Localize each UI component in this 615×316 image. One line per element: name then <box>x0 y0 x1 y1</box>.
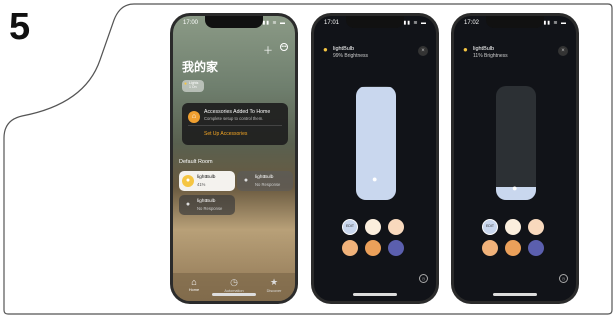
tab-automation[interactable]: ◷ Automation <box>219 277 249 293</box>
close-icon[interactable]: × <box>558 46 568 56</box>
accessories-notice: ⌂ Accessories Added To Home Complete set… <box>182 103 288 145</box>
notch <box>205 16 263 28</box>
status-icons: ▮▮ ≋ ▬ <box>543 20 567 26</box>
color-swatch[interactable] <box>388 219 404 235</box>
star-icon: ★ <box>269 277 279 287</box>
edit-color-button[interactable]: EDIT <box>482 219 498 235</box>
accessory-name: lightBulb <box>333 46 355 52</box>
bulb-icon: ● <box>512 183 518 193</box>
tab-home[interactable]: ⌂ Home <box>179 277 209 292</box>
accessory-tile-on[interactable]: ● lightBulb 41% <box>179 171 235 191</box>
bulb-icon: ● <box>185 201 191 208</box>
bulb-icon: ● <box>184 81 188 87</box>
accessory-tile-offline[interactable]: ● lightBulb No Response <box>237 171 293 191</box>
room-label: Default Room <box>179 159 213 165</box>
phone-brightness-low: 17:02 ▮▮ ≋ ▬ ● lightBulb 11% Brightness … <box>451 13 579 304</box>
color-swatch[interactable] <box>505 219 521 235</box>
notice-title: Accessories Added To Home <box>204 109 271 115</box>
notch <box>486 16 544 28</box>
notch <box>346 16 404 28</box>
color-swatch[interactable] <box>388 240 404 256</box>
bulb-icon: ● <box>323 45 328 54</box>
tab-discover[interactable]: ★ Discover <box>259 277 289 293</box>
bulb-icon: ● <box>463 45 468 54</box>
timer-icon[interactable]: ◷ <box>419 274 428 283</box>
home-indicator <box>493 293 537 296</box>
status-icons: ▮▮ ≋ ▬ <box>262 20 286 26</box>
add-icon[interactable]: ＋ <box>263 42 273 57</box>
status-time: 17:01 <box>324 20 340 26</box>
home-title: 我的家 <box>182 60 219 74</box>
chip-text: Lights 1 On <box>189 81 199 89</box>
tile-status: No Response <box>255 182 281 187</box>
more-icon[interactable]: ••• <box>280 43 288 51</box>
phone-brightness-high: 17:01 ▮▮ ≋ ▬ ● lightBulb 99% Brightness … <box>311 13 439 304</box>
tile-name: lightBulb <box>255 175 274 180</box>
bulb-icon: ● <box>182 175 194 187</box>
color-swatch[interactable] <box>365 240 381 256</box>
color-swatch[interactable] <box>482 240 498 256</box>
bulb-icon: ● <box>243 177 249 184</box>
home-icon: ⌂ <box>191 277 197 287</box>
timer-icon[interactable]: ◷ <box>559 274 568 283</box>
lights-chip[interactable]: ● Lights 1 On <box>182 80 204 92</box>
color-swatch[interactable] <box>365 219 381 235</box>
close-icon[interactable]: × <box>418 46 428 56</box>
color-swatch[interactable] <box>505 240 521 256</box>
setup-accessories-link[interactable]: Set Up Accessories <box>204 131 247 137</box>
color-swatch[interactable] <box>342 240 358 256</box>
tab-bar: ⌂ Home ◷ Automation ★ Discover <box>173 273 295 301</box>
status-time: 17:00 <box>183 20 199 26</box>
home-icon: ⌂ <box>188 111 200 123</box>
home-indicator <box>353 293 397 296</box>
accessory-name: lightBulb <box>473 46 495 52</box>
clock-icon: ◷ <box>230 277 238 287</box>
brightness-slider[interactable]: ● <box>496 86 536 200</box>
brightness-label: 11% Brightness <box>473 53 508 59</box>
step-number: 5 <box>9 6 31 48</box>
bulb-icon: ● <box>372 174 378 184</box>
accessory-tile-offline[interactable]: ● lightBulb No Response <box>179 195 235 215</box>
tile-status: No Response <box>197 206 223 211</box>
tile-name: lightBulb <box>197 175 216 180</box>
brightness-label: 99% Brightness <box>333 53 369 59</box>
phone-home-screen: 17:00 ▮▮ ≋ ▬ ＋ ••• 我的家 ● Lights 1 On ⌂ Ac… <box>170 13 298 304</box>
divider <box>188 125 282 126</box>
home-indicator <box>212 293 256 296</box>
tile-status: 41% <box>197 182 206 187</box>
status-icons: ▮▮ ≋ ▬ <box>403 20 427 26</box>
status-time: 17:02 <box>464 20 480 26</box>
tile-name: lightBulb <box>197 199 216 204</box>
color-swatch[interactable] <box>528 219 544 235</box>
color-swatch[interactable] <box>528 240 544 256</box>
notice-subtitle: Complete setup to control them. <box>204 116 264 121</box>
edit-color-button[interactable]: EDIT <box>342 219 358 235</box>
brightness-slider[interactable]: ● <box>356 86 396 200</box>
